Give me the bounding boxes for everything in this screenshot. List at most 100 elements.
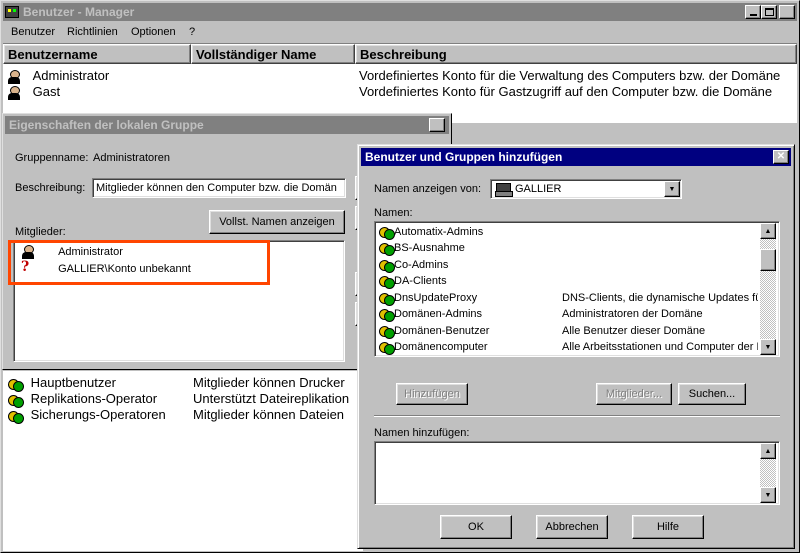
list-item[interactable]: DnsUpdateProxy [378, 290, 478, 307]
show-full-names-button[interactable]: Vollst. Namen anzeigen [209, 210, 345, 234]
main-title-bar[interactable]: Benutzer - Manager ✕ [3, 3, 797, 21]
scroll-thumb[interactable] [760, 249, 776, 271]
group-icon [378, 258, 395, 274]
group-icon [378, 340, 395, 356]
show-full-names-label: Vollst. Namen anzeigen [219, 216, 335, 228]
add-users-title-bar[interactable]: Benutzer und Gruppen hinzufügen ✕ [361, 148, 791, 166]
group-desc: Unterstützt Dateireplikation [193, 391, 350, 406]
name-item: Domänen-Benutzer [394, 325, 490, 337]
scroll-up-button[interactable]: ▲ [760, 443, 776, 459]
group-desc: Mitglieder können Dateien [193, 407, 345, 422]
group-icon [7, 377, 24, 392]
user-icon [7, 85, 21, 100]
search-button[interactable]: Suchen... [678, 383, 746, 405]
group-icon [378, 241, 395, 257]
chevron-up-icon: ▲ [764, 447, 772, 455]
scroll-up-button[interactable]: ▲ [760, 223, 776, 239]
minimize-button[interactable] [745, 5, 761, 19]
show-from-label: Namen anzeigen von: [374, 183, 482, 195]
show-from-value: GALLIER [515, 183, 562, 195]
group-name-value: Administratoren [93, 152, 171, 164]
scroll-down-button[interactable]: ▼ [760, 339, 776, 355]
separator [374, 415, 780, 417]
group-list: Hauptbenutzer Mitglieder können Drucker … [3, 371, 363, 551]
name-item: DnsUpdateProxy [394, 292, 478, 304]
add-users-dialog: Benutzer und Gruppen hinzufügen ✕ Namen … [357, 144, 795, 549]
cancel-button[interactable]: Abbrechen [536, 515, 608, 539]
description-input-value: Mitglieder können den Computer bzw. die … [96, 182, 337, 194]
names-scrollbar[interactable]: ▲ ▼ [760, 223, 776, 355]
name-item: Domänencomputer [394, 341, 488, 353]
name-desc: DNS-Clients, die dynamische Updates fü [562, 292, 758, 304]
menu-optionen[interactable]: Optionen [131, 26, 176, 38]
members-label: Mitglieder: [15, 226, 66, 238]
description-input[interactable]: Mitglieder können den Computer bzw. die … [92, 178, 346, 198]
menu-bar: Benutzer Richtlinien Optionen ? [3, 23, 797, 41]
list-item[interactable]: Domänencomputer [378, 339, 488, 356]
description-label: Beschreibung: [15, 182, 86, 194]
table-row[interactable]: Gast [7, 84, 60, 100]
list-item[interactable]: GALLIER\Konto unbekannt [21, 259, 191, 277]
list-item[interactable]: Automatix-Admins [378, 224, 484, 241]
maximize-icon [764, 8, 774, 16]
add-names-textarea[interactable] [374, 441, 780, 505]
list-item[interactable]: Co-Admins [378, 257, 449, 274]
help-button[interactable]: Hilfe [632, 515, 704, 539]
group-icon [7, 393, 24, 408]
ok-button[interactable]: OK [440, 515, 512, 539]
add-names-label: Namen hinzufügen: [374, 427, 470, 439]
list-item[interactable]: Domänen-Benutzer [378, 323, 490, 340]
list-item[interactable]: Domänen-Admins [378, 306, 482, 323]
list-item[interactable]: BS-Ausnahme [378, 240, 465, 257]
name-item: Automatix-Admins [394, 226, 484, 238]
name-desc: Alle Arbeitsstationen und Computer der D [562, 341, 758, 353]
name-item: Co-Admins [394, 259, 449, 271]
dropdown-button[interactable]: ▼ [664, 181, 680, 197]
name-item: BS-Ausnahme [394, 242, 465, 254]
menu-richtlinien[interactable]: Richtlinien [67, 26, 118, 38]
user-name: Gast [32, 84, 61, 99]
list-item[interactable]: Administrator [21, 244, 123, 260]
add-names-scrollbar[interactable]: ▲ ▼ [760, 443, 776, 503]
close-button[interactable]: ✕ [779, 5, 795, 19]
user-list: Benutzername Vollständiger Name Beschrei… [3, 43, 797, 123]
group-name: Replikations-Operator [30, 391, 158, 406]
menu-benutzer[interactable]: Benutzer [11, 26, 55, 38]
table-row[interactable]: Replikations-Operator [7, 391, 158, 408]
members-button[interactable]: Mitglieder... [596, 383, 672, 405]
app-icon [5, 6, 19, 18]
add-users-title: Benutzer und Gruppen hinzufügen [365, 150, 563, 164]
close-icon: ✕ [432, 119, 442, 130]
list-item[interactable]: DA-Clients [378, 273, 447, 290]
group-name-label: Gruppenname: [15, 152, 89, 164]
add-button[interactable]: Hinzufügen [396, 383, 468, 405]
column-header-username[interactable]: Benutzername [3, 44, 191, 64]
name-desc: Administratoren der Domäne [562, 308, 703, 320]
add-button-label: Hinzufügen [404, 388, 460, 400]
table-row[interactable]: Administrator [7, 68, 109, 84]
menu-help[interactable]: ? [189, 26, 195, 38]
cancel-button-label: Abbrechen [545, 521, 599, 533]
group-icon [7, 409, 24, 424]
ok-button-label: OK [468, 521, 484, 533]
members-button-label: Mitglieder... [605, 388, 663, 400]
group-properties-close-button[interactable]: ✕ [429, 118, 445, 132]
help-button-label: Hilfe [656, 521, 679, 533]
column-header-fullname[interactable]: Vollständiger Name [191, 44, 355, 64]
column-header-description[interactable]: Beschreibung [355, 44, 797, 64]
add-users-close-button[interactable]: ✕ [773, 150, 789, 164]
scroll-down-button[interactable]: ▼ [760, 487, 776, 503]
table-row[interactable]: Hauptbenutzer [7, 375, 116, 392]
group-properties-title-bar[interactable]: Eigenschaften der lokalen Gruppe ✕ [5, 116, 449, 134]
group-name: Sicherungs-Operatoren [30, 407, 166, 422]
maximize-button[interactable] [761, 5, 777, 19]
group-desc: Mitglieder können Drucker [193, 375, 345, 390]
show-from-select[interactable]: GALLIER ▼ [490, 179, 682, 199]
table-row[interactable]: Sicherungs-Operatoren [7, 407, 166, 424]
chevron-down-icon: ▼ [764, 343, 772, 351]
member-name: Administrator [58, 246, 123, 258]
minimize-icon [749, 14, 757, 16]
user-desc: Vordefiniertes Konto für die Verwaltung … [359, 68, 781, 83]
name-item: DA-Clients [394, 275, 447, 287]
group-icon [378, 307, 395, 323]
